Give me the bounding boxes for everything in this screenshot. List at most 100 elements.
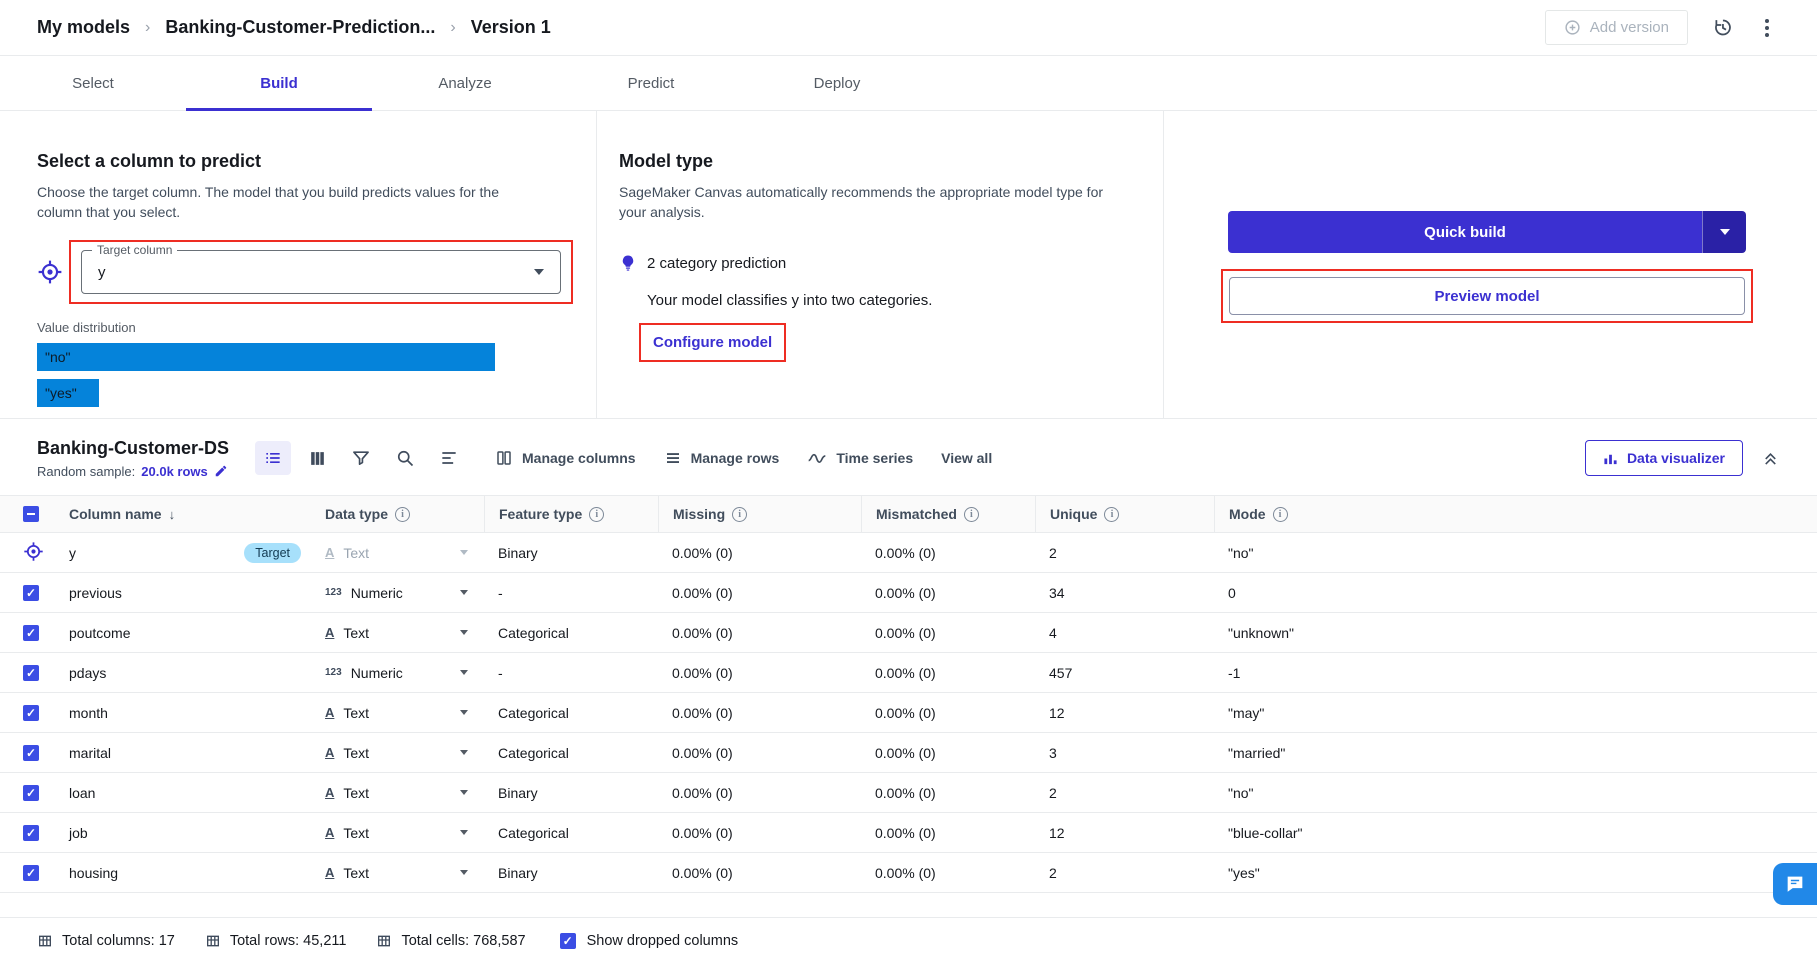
column-header[interactable]: Missing [658, 496, 875, 532]
row-checkbox[interactable] [23, 785, 39, 801]
select-all-checkbox[interactable] [23, 496, 69, 532]
panel-title: Model type [619, 151, 714, 171]
feature-type-value: Binary [498, 864, 538, 881]
tab[interactable]: Deploy [744, 56, 930, 110]
info-icon[interactable] [1272, 506, 1288, 522]
kebab-menu-icon[interactable] [1757, 15, 1777, 41]
data-visualizer-button[interactable]: Data visualizer [1584, 440, 1743, 476]
missing-value: 0.00% (0) [672, 584, 733, 601]
column-name: pdays [69, 664, 107, 681]
table-grid-icon [205, 933, 221, 949]
column-header[interactable]: Mismatched [861, 496, 1049, 532]
info-icon[interactable] [395, 506, 411, 522]
unique-value: 2 [1049, 544, 1057, 561]
chat-widget-button[interactable] [1773, 863, 1817, 905]
info-icon[interactable] [732, 506, 748, 522]
time-series-icon [807, 448, 827, 468]
feature-type-value: Categorical [498, 744, 569, 761]
breadcrumb-separator-icon: › [450, 18, 456, 36]
plus-circle-icon [1564, 19, 1581, 36]
random-sample-value-link[interactable]: 20.0k rows [141, 464, 208, 479]
breadcrumb-model-name[interactable]: Banking-Customer-Prediction... [165, 17, 435, 38]
row-checkbox[interactable] [23, 705, 39, 721]
tab-bar: Select Build Analyze Predict Deploy [0, 56, 1817, 111]
tab[interactable]: Build [186, 56, 372, 111]
filter-icon[interactable] [343, 441, 379, 475]
edit-pencil-icon[interactable] [214, 464, 228, 478]
feature-type-value: Categorical [498, 824, 569, 841]
history-icon[interactable] [1710, 15, 1735, 40]
time-series-button[interactable]: Time series [807, 448, 913, 468]
row-checkbox[interactable] [23, 585, 39, 601]
tab[interactable]: Analyze [372, 56, 558, 110]
data-type-dropdown[interactable]: A Text [325, 745, 498, 761]
data-type-dropdown[interactable]: A Text [325, 625, 498, 641]
data-type-icon: A [325, 545, 335, 560]
missing-value: 0.00% (0) [672, 744, 733, 761]
row-checkbox[interactable] [23, 625, 39, 641]
feature-type-value: - [498, 584, 503, 601]
data-type-dropdown[interactable]: A Text [325, 785, 498, 801]
column-header[interactable]: Unique [1035, 496, 1228, 532]
table-header: Column name ↓ Data type Feature type Mis… [0, 495, 1817, 533]
column-name: job [69, 824, 88, 841]
unique-value: 12 [1049, 704, 1065, 721]
topbar: My models › Banking-Customer-Prediction.… [0, 0, 1817, 56]
breadcrumb-my-models[interactable]: My models [37, 17, 130, 38]
missing-value: 0.00% (0) [672, 624, 733, 641]
column-header[interactable]: Column name ↓ [69, 496, 325, 532]
show-dropped-columns-checkbox[interactable] [559, 932, 576, 949]
quick-build-button[interactable]: Quick build [1228, 211, 1702, 253]
tab-label: Select [72, 74, 114, 92]
grid-view-icon[interactable] [299, 441, 335, 475]
sort-descending-icon[interactable]: ↓ [169, 507, 176, 522]
view-all-button[interactable]: View all [941, 450, 992, 466]
mode-value: "unknown" [1228, 624, 1294, 641]
breadcrumb-version: Version 1 [470, 17, 551, 37]
distribution-bar: "no" [37, 343, 495, 371]
column-header[interactable]: Feature type [484, 496, 672, 532]
row-checkbox[interactable] [23, 665, 39, 681]
quick-build-dropdown-button[interactable] [1702, 211, 1746, 253]
table-row: job A Text Categorical 0.00% (0) 0.00% (… [0, 813, 1817, 853]
configure-model-button[interactable]: Configure model [653, 334, 772, 351]
data-type-dropdown[interactable]: 123 Numeric [325, 665, 498, 681]
column-header-label: Column name [69, 506, 162, 522]
data-type-dropdown[interactable]: A Text [325, 865, 498, 881]
add-version-button[interactable]: Add version [1544, 10, 1688, 45]
unique-value: 34 [1049, 584, 1065, 601]
list-view-icon[interactable] [255, 441, 292, 475]
total-rows-label: Total rows: 45,211 [229, 932, 347, 949]
tab[interactable]: Predict [558, 56, 744, 110]
dataset-name: Banking-Customer-DS [37, 437, 230, 458]
column-header[interactable]: Data type [325, 496, 498, 532]
column-list-icon[interactable] [431, 441, 467, 475]
data-type-dropdown[interactable]: A Text [325, 545, 498, 561]
collapse-double-chevron-icon[interactable] [1761, 449, 1780, 468]
preview-model-button[interactable]: Preview model [1229, 277, 1745, 315]
table-row: loan A Text Binary 0.00% (0) 0.00% (0) 2… [0, 773, 1817, 813]
column-header-label: Mode [1229, 506, 1266, 522]
row-checkbox[interactable] [23, 745, 39, 761]
manage-columns-button[interactable]: Manage columns [495, 449, 636, 467]
info-icon[interactable] [589, 506, 605, 522]
column-name: housing [69, 864, 119, 881]
missing-value: 0.00% (0) [672, 664, 733, 681]
target-icon [37, 259, 63, 285]
tab[interactable]: Select [0, 56, 186, 110]
column-header[interactable]: Mode [1214, 496, 1817, 532]
mode-value: "may" [1228, 704, 1265, 721]
chevron-down-icon [460, 590, 468, 595]
view-toolbar [255, 441, 467, 475]
data-type-dropdown[interactable]: A Text [325, 705, 498, 721]
data-type-dropdown[interactable]: A Text [325, 825, 498, 841]
target-column-select[interactable]: Target column y [81, 243, 561, 294]
row-checkbox[interactable] [23, 865, 39, 881]
info-icon[interactable] [1104, 506, 1120, 522]
data-type-dropdown[interactable]: 123 Numeric [325, 585, 498, 601]
mismatched-value: 0.00% (0) [875, 584, 936, 601]
row-checkbox[interactable] [23, 825, 39, 841]
manage-rows-button[interactable]: Manage rows [664, 449, 779, 467]
info-icon[interactable] [963, 506, 979, 522]
search-icon[interactable] [387, 441, 423, 475]
